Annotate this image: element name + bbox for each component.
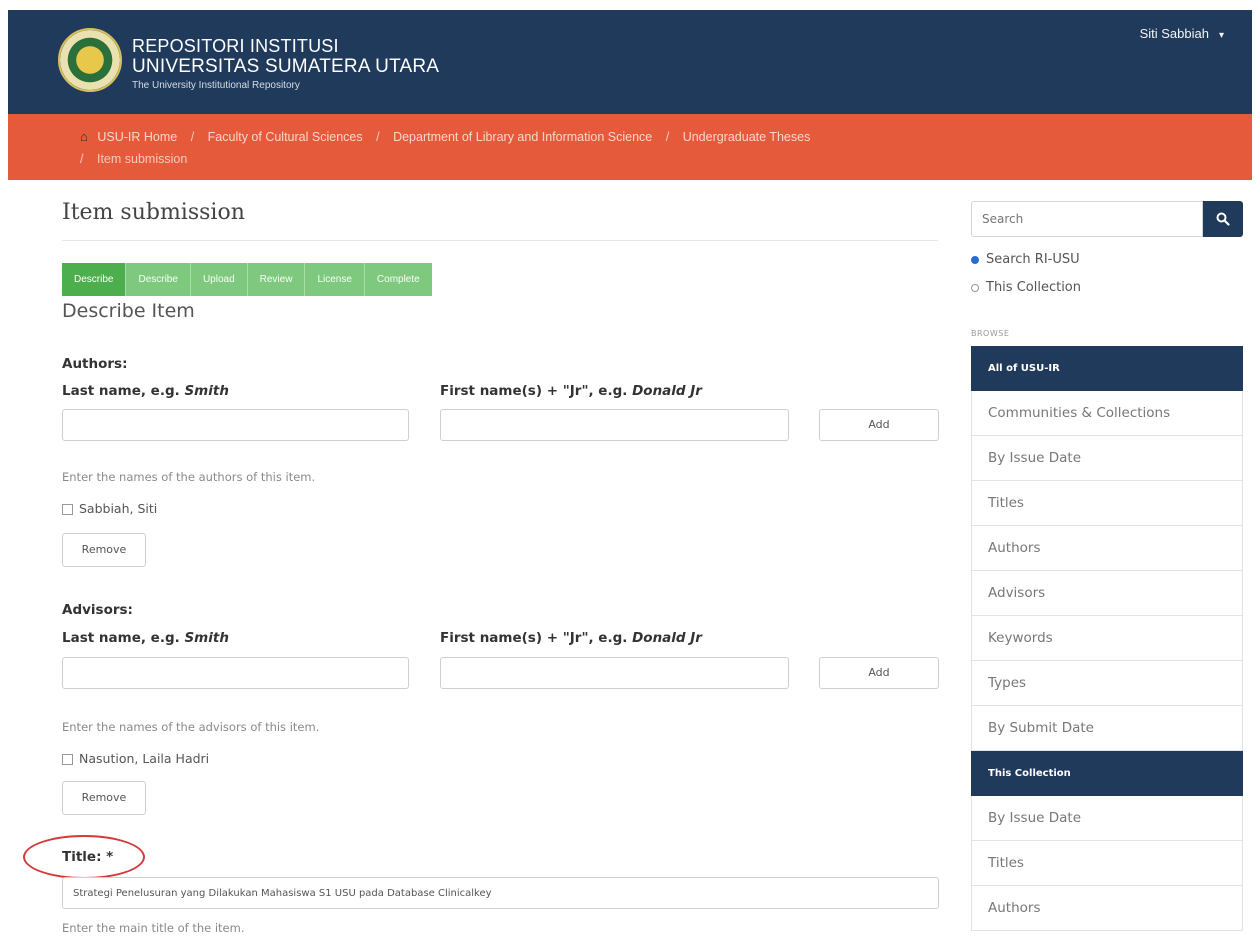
authors-last-name-label: Last name, e.g. Smith (62, 383, 229, 399)
breadcrumb-bar: ⌂ USU-IR Home / Faculty of Cultural Scie… (8, 114, 1252, 180)
author-entry-checkbox[interactable] (62, 504, 73, 515)
author-entry-name: Sabbiah, Siti (79, 501, 158, 516)
step-upload[interactable]: Upload (190, 263, 248, 296)
remove-author-button[interactable]: Remove (62, 533, 146, 567)
breadcrumb-separator: / (376, 130, 380, 144)
submission-progress: Describe Describe Upload Review License … (62, 263, 432, 296)
label-example: Smith (184, 383, 229, 399)
nav-item-advisors[interactable]: Advisors (971, 571, 1243, 616)
search-button[interactable] (1203, 201, 1243, 237)
label-example: Smith (184, 630, 229, 646)
section-title: Describe Item (62, 300, 195, 322)
advisors-last-name-input[interactable] (62, 657, 409, 689)
browse-nav: All of USU-IR Communities & Collections … (971, 346, 1243, 931)
scope-option-label: This Collection (986, 280, 1081, 295)
brand-tagline: The University Institutional Repository (132, 80, 300, 91)
add-author-button[interactable]: Add (819, 409, 939, 441)
breadcrumb-separator: / (80, 152, 84, 166)
advisor-entry: Nasution, Laila Hadri (62, 751, 209, 766)
advisor-entry-name: Nasution, Laila Hadri (79, 751, 210, 766)
scope-option-repository[interactable]: Search RI-USU (971, 252, 1080, 267)
title-input[interactable] (62, 877, 939, 909)
user-menu[interactable]: Siti Sabbiah ▾ (1140, 26, 1224, 41)
step-license[interactable]: License (305, 263, 365, 296)
advisors-last-name-label: Last name, e.g. Smith (62, 630, 229, 646)
nav-heading-collection: This Collection (971, 751, 1243, 796)
advisors-help-text: Enter the names of the advisors of this … (62, 720, 320, 734)
site-header: REPOSITORI INSTITUSI UNIVERSITAS SUMATER… (8, 10, 1252, 114)
brand-title-line1[interactable]: REPOSITORI INSTITUSI (132, 36, 339, 57)
step-describe-1[interactable]: Describe (62, 263, 127, 296)
author-entry: Sabbiah, Siti (62, 501, 157, 516)
search-icon (1216, 212, 1230, 226)
step-complete[interactable]: Complete (364, 263, 432, 296)
breadcrumb-home[interactable]: USU-IR Home (97, 130, 177, 144)
brand-title-line2[interactable]: UNIVERSITAS SUMATERA UTARA (132, 56, 439, 78)
nav-heading-all: All of USU-IR (971, 346, 1243, 391)
breadcrumb: ⌂ USU-IR Home / Faculty of Cultural Scie… (80, 126, 1200, 170)
advisor-entry-checkbox[interactable] (62, 754, 73, 765)
authors-heading: Authors: (62, 356, 128, 372)
nav-item-collection-titles[interactable]: Titles (971, 841, 1243, 886)
advisors-first-name-input[interactable] (440, 657, 789, 689)
scope-option-label: Search RI-USU (986, 252, 1080, 267)
home-icon[interactable]: ⌂ (80, 129, 88, 144)
user-name[interactable]: Siti Sabbiah (1140, 26, 1209, 41)
nav-item-collection-authors[interactable]: Authors (971, 886, 1243, 931)
label-text: First name(s) + "Jr", e.g. (440, 383, 628, 399)
breadcrumb-separator: / (190, 130, 195, 144)
nav-item-communities[interactable]: Communities & Collections (971, 391, 1243, 436)
breadcrumb-faculty[interactable]: Faculty of Cultural Sciences (208, 130, 363, 144)
authors-last-name-input[interactable] (62, 409, 409, 441)
label-example: Donald Jr (632, 383, 702, 399)
add-advisor-button[interactable]: Add (819, 657, 939, 689)
breadcrumb-collection[interactable]: Undergraduate Theses (683, 130, 811, 144)
title-field-label: Title: * (62, 849, 114, 865)
authors-first-name-input[interactable] (440, 409, 789, 441)
remove-advisor-button[interactable]: Remove (62, 781, 146, 815)
nav-item-issue-date[interactable]: By Issue Date (971, 436, 1243, 481)
scope-option-collection[interactable]: This Collection (971, 280, 1081, 295)
step-describe-2[interactable]: Describe (126, 263, 191, 296)
label-text: First name(s) + "Jr", e.g. (440, 630, 628, 646)
breadcrumb-current: Item submission (96, 152, 188, 166)
radio-selected[interactable] (971, 255, 979, 264)
breadcrumb-department[interactable]: Department of Library and Information Sc… (393, 130, 652, 144)
nav-item-submit-date[interactable]: By Submit Date (971, 706, 1243, 751)
divider (62, 240, 938, 241)
nav-item-types[interactable]: Types (971, 661, 1243, 706)
label-example: Donald Jr (632, 630, 702, 646)
label-text: Last name, e.g. (62, 630, 180, 646)
title-help-text: Enter the main title of the item. (62, 921, 245, 935)
chevron-down-icon[interactable]: ▾ (1219, 30, 1224, 41)
nav-item-authors[interactable]: Authors (971, 526, 1243, 571)
nav-item-keywords[interactable]: Keywords (971, 616, 1243, 661)
nav-item-titles[interactable]: Titles (971, 481, 1243, 526)
nav-item-collection-issue-date[interactable]: By Issue Date (971, 796, 1243, 841)
search-input[interactable] (971, 201, 1203, 237)
radio-unselected[interactable] (971, 283, 979, 292)
step-review[interactable]: Review (247, 263, 306, 296)
advisors-heading: Advisors: (62, 602, 133, 618)
university-seal-icon[interactable] (58, 28, 122, 92)
authors-first-name-label: First name(s) + "Jr", e.g. Donald Jr (440, 383, 702, 399)
breadcrumb-separator: / (665, 130, 670, 144)
label-text: Last name, e.g. (62, 383, 180, 399)
authors-help-text: Enter the names of the authors of this i… (62, 470, 316, 484)
page-title: Item submission (62, 200, 245, 225)
browse-caption: BROWSE (971, 329, 1010, 338)
advisors-first-name-label: First name(s) + "Jr", e.g. Donald Jr (440, 630, 702, 646)
